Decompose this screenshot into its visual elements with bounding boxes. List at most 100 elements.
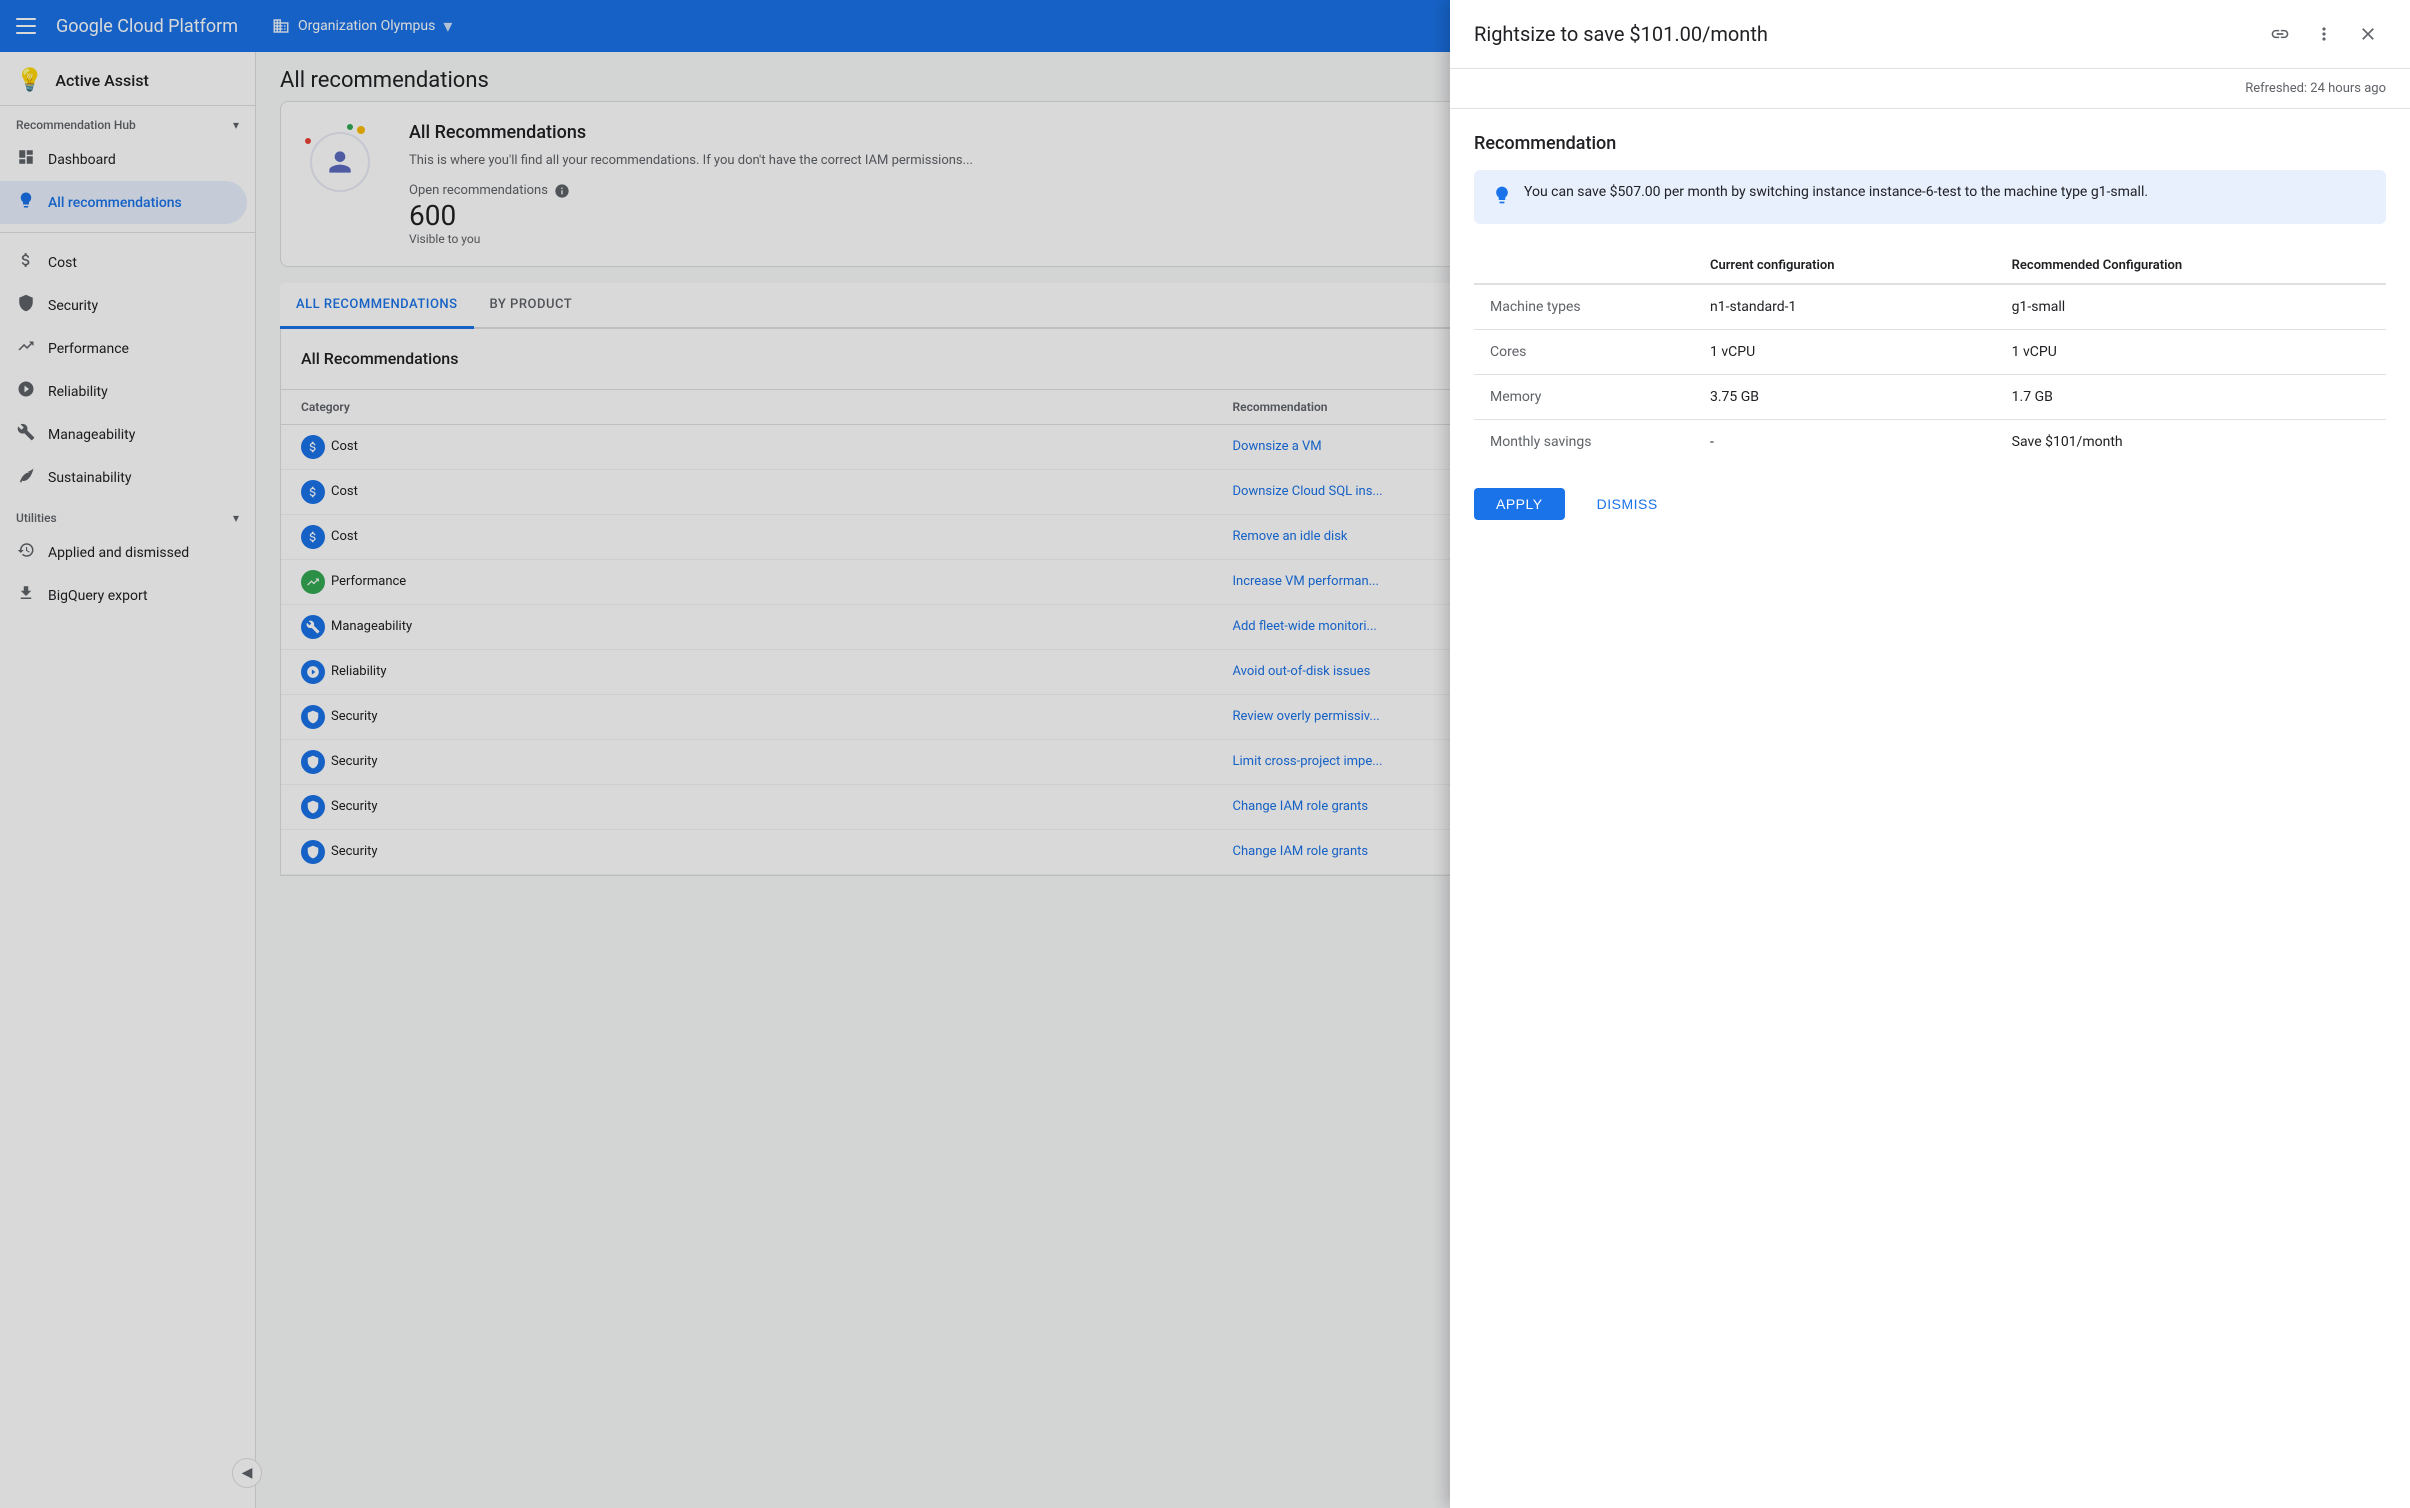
close-icon — [2358, 24, 2378, 44]
sidebar-item-bigquery-export[interactable]: BigQuery export — [0, 574, 247, 617]
config-current: 1 vCPU — [1694, 330, 1996, 375]
col-category: Category — [281, 390, 1213, 425]
sidebar-collapse-button[interactable]: ◀ — [232, 1458, 256, 1488]
sidebar-item-all-recommendations[interactable]: All recommendations — [0, 181, 247, 224]
section-recommendation-hub[interactable]: Recommendation Hub ▾ — [0, 106, 255, 138]
shield-icon — [16, 294, 36, 317]
overlay-close-button[interactable] — [2350, 16, 2386, 52]
recommendation-link[interactable]: Change IAM role grants — [1233, 799, 1369, 814]
more-vert-icon — [2314, 24, 2334, 44]
sidebar-item-cost[interactable]: Cost — [0, 241, 247, 284]
recommendation-link[interactable]: Add fleet-wide monitori... — [1233, 619, 1377, 634]
sidebar-item-reliability[interactable]: Reliability — [0, 370, 247, 413]
sidebar-item-label: All recommendations — [48, 195, 182, 211]
recommendation-link[interactable]: Downsize Cloud SQL ins... — [1233, 484, 1383, 499]
table-cell-category: Manageability — [281, 604, 1213, 649]
category-icon — [301, 660, 325, 684]
config-recommended: Save $101/month — [1996, 420, 2386, 465]
config-current: - — [1694, 420, 1996, 465]
recommendation-link[interactable]: Downsize a VM — [1233, 439, 1322, 454]
sidebar-header-title: Active Assist — [55, 71, 148, 90]
overlay-refresh: Refreshed: 24 hours ago — [1450, 69, 2410, 109]
table-cell-category: Security — [281, 694, 1213, 739]
sidebar: 💡 Active Assist Recommendation Hub ▾ Das… — [0, 52, 256, 1508]
config-col-current: Current configuration — [1694, 248, 1996, 284]
recommendation-link[interactable]: Limit cross-project impe... — [1233, 754, 1383, 769]
sidebar-item-label: Reliability — [48, 384, 108, 400]
config-label: Monthly savings — [1474, 420, 1694, 465]
config-label: Memory — [1474, 375, 1694, 420]
category-icon — [301, 570, 325, 594]
category-icon — [301, 840, 325, 864]
category-icon — [301, 615, 325, 639]
overlay-link-button[interactable] — [2262, 16, 2298, 52]
detail-panel: Rightsize to save $101.00/month Refreshe… — [1450, 0, 2410, 1508]
sidebar-item-label: Security — [48, 298, 98, 314]
sidebar-item-performance[interactable]: Performance — [0, 327, 247, 370]
reliability-icon — [16, 380, 36, 403]
config-table: Current configuration Recommended Config… — [1474, 248, 2386, 464]
table-cell-category: Cost — [281, 469, 1213, 514]
expand-icon: ▾ — [233, 511, 239, 525]
info-text: You can save $507.00 per month by switch… — [1524, 184, 2148, 200]
sidebar-header: 💡 Active Assist — [0, 52, 255, 106]
config-col-recommended: Recommended Configuration — [1996, 248, 2386, 284]
sidebar-item-label: Performance — [48, 341, 129, 357]
recommendation-link[interactable]: Review overly permissiv... — [1233, 709, 1380, 724]
tab-by-product[interactable]: BY PRODUCT — [474, 283, 589, 329]
sidebar-item-dashboard[interactable]: Dashboard — [0, 138, 247, 181]
recommendation-link[interactable]: Change IAM role grants — [1233, 844, 1369, 859]
recommendation-link[interactable]: Avoid out-of-disk issues — [1233, 664, 1371, 679]
app-logo: Google Cloud Platform — [56, 16, 238, 37]
sidebar-item-manageability[interactable]: Manageability — [0, 413, 247, 456]
overlay-title: Rightsize to save $101.00/month — [1474, 22, 1768, 46]
org-chevron-icon: ▾ — [443, 16, 452, 37]
config-recommended: 1.7 GB — [1996, 375, 2386, 420]
table-cell-category: Performance — [281, 559, 1213, 604]
sidebar-item-applied-dismissed[interactable]: Applied and dismissed — [0, 531, 247, 574]
sidebar-item-label: Applied and dismissed — [48, 545, 189, 561]
org-selector[interactable]: Organization Olympus ▾ — [262, 10, 462, 43]
table-cell-category: Cost — [281, 514, 1213, 559]
table-cell-category: Security — [281, 829, 1213, 874]
tab-all-recommendations[interactable]: ALL RECOMMENDATIONS — [280, 283, 474, 329]
active-assist-icon: 💡 — [16, 68, 43, 93]
apply-button[interactable]: APPLY — [1474, 488, 1565, 520]
rec-section-title: All Recommendations — [301, 349, 458, 368]
sidebar-item-sustainability[interactable]: Sustainability — [0, 456, 247, 499]
export-icon — [16, 584, 36, 607]
sidebar-item-label: Cost — [48, 255, 77, 271]
section-utilities[interactable]: Utilities ▾ — [0, 499, 255, 531]
history-icon — [16, 541, 36, 564]
config-label: Machine types — [1474, 284, 1694, 330]
category-icon — [301, 525, 325, 549]
business-icon — [272, 17, 290, 35]
recommendation-link[interactable]: Remove an idle disk — [1233, 529, 1348, 544]
performance-icon — [16, 337, 36, 360]
lightbulb-icon — [16, 191, 36, 214]
config-row: Monthly savings - Save $101/month — [1474, 420, 2386, 465]
config-label: Cores — [1474, 330, 1694, 375]
sidebar-item-label: Manageability — [48, 427, 135, 443]
info-icon — [1492, 185, 1512, 210]
dismiss-button[interactable]: DISMISS — [1581, 488, 1674, 520]
menu-button[interactable] — [16, 14, 40, 38]
link-icon — [2270, 24, 2290, 44]
info-banner: You can save $507.00 per month by switch… — [1474, 170, 2386, 224]
category-icon — [301, 705, 325, 729]
overlay-section-title: Recommendation — [1474, 133, 2386, 154]
config-col-label — [1474, 248, 1694, 284]
category-icon — [301, 750, 325, 774]
org-name: Organization Olympus — [298, 18, 435, 34]
summary-illustration — [305, 122, 385, 202]
table-cell-category: Reliability — [281, 649, 1213, 694]
category-icon — [301, 480, 325, 504]
config-current: n1-standard-1 — [1694, 284, 1996, 330]
recommendation-link[interactable]: Increase VM performan... — [1233, 574, 1379, 589]
sidebar-item-label: BigQuery export — [48, 588, 148, 604]
overlay-more-button[interactable] — [2306, 16, 2342, 52]
sidebar-item-label: Dashboard — [48, 152, 116, 168]
sidebar-item-security[interactable]: Security — [0, 284, 247, 327]
config-recommended: 1 vCPU — [1996, 330, 2386, 375]
table-cell-category: Security — [281, 739, 1213, 784]
